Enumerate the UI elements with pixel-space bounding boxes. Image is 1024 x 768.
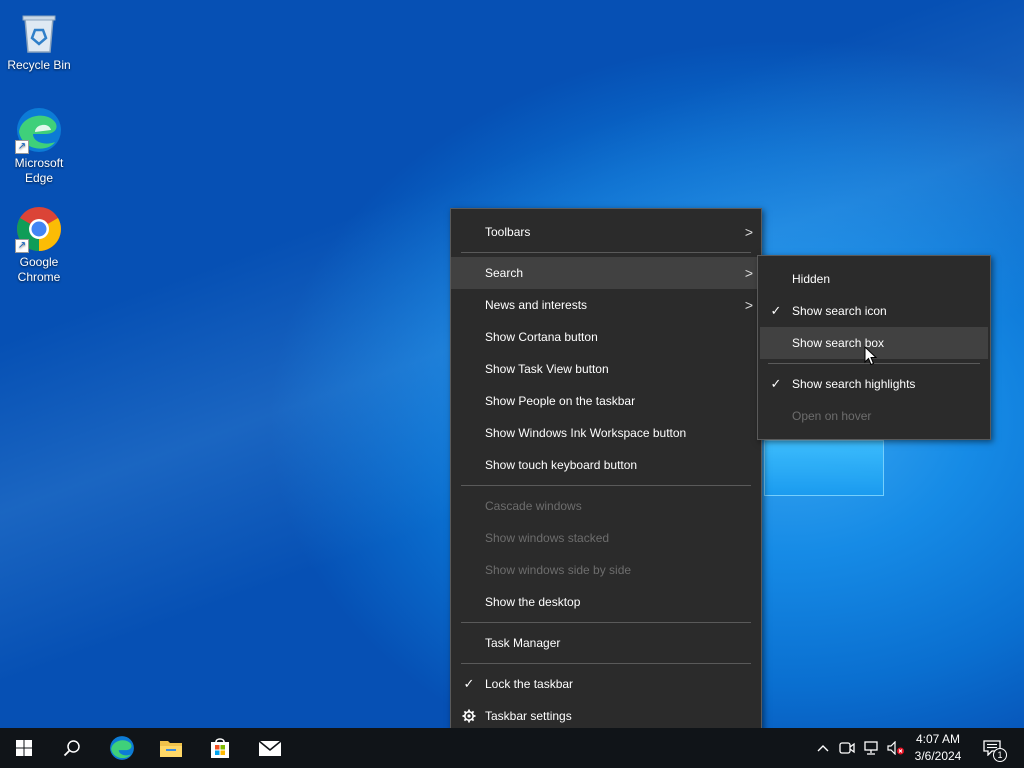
chevron-right-icon: > <box>744 297 753 313</box>
submenu-item-show-search-box[interactable]: Show search box <box>760 327 988 359</box>
taskbar-edge-button[interactable] <box>98 728 146 768</box>
taskbar-mail-button[interactable] <box>246 728 294 768</box>
shortcut-arrow-icon: ↗ <box>15 239 29 253</box>
desktop-icon-label: Google Chrome <box>17 255 61 284</box>
chevron-right-icon: > <box>744 265 753 281</box>
menu-item-news-and-interests[interactable]: News and interests > <box>451 289 761 321</box>
desktop-icon-recycle-bin[interactable]: Recycle Bin <box>1 8 77 73</box>
checkmark-icon: ✓ <box>463 676 475 691</box>
desktop-icon-label: Microsoft Edge <box>14 156 64 185</box>
notification-count-badge: 1 <box>993 748 1007 762</box>
start-icon <box>16 740 32 756</box>
meet-now-icon[interactable] <box>838 728 856 768</box>
submenu-item-show-search-icon[interactable]: ✓ Show search icon <box>758 295 990 327</box>
search-icon <box>63 740 80 757</box>
menu-item-show-the-desktop[interactable]: Show the desktop <box>451 586 761 618</box>
submenu-item-show-search-highlights[interactable]: ✓ Show search highlights <box>758 368 990 400</box>
menu-item-show-windows-side-by-side: Show windows side by side <box>485 563 632 577</box>
menu-item-show-touch-keyboard[interactable]: Show touch keyboard button <box>451 449 761 481</box>
shortcut-arrow-icon: ↗ <box>15 140 29 154</box>
menu-item-show-task-view-button[interactable]: Show Task View button <box>451 353 761 385</box>
checkmark-icon: ✓ <box>770 303 782 318</box>
menu-item-cascade-windows: Cascade windows <box>485 499 582 513</box>
menu-item-show-people[interactable]: Show People on the taskbar <box>451 385 761 417</box>
search-submenu: Hidden ✓ Show search icon Show search bo… <box>757 255 991 440</box>
store-icon <box>211 738 229 758</box>
menu-separator <box>461 485 751 486</box>
menu-separator <box>461 252 751 253</box>
menu-separator <box>461 663 751 664</box>
menu-item-show-cortana-button[interactable]: Show Cortana button <box>451 321 761 353</box>
submenu-item-hidden[interactable]: Hidden <box>758 263 990 295</box>
menu-item-lock-the-taskbar[interactable]: ✓ Lock the taskbar <box>451 668 761 700</box>
clock-time: 4:07 AM <box>915 732 961 746</box>
menu-item-show-windows-stacked: Show windows stacked <box>485 531 610 545</box>
network-icon[interactable] <box>862 728 880 768</box>
taskbar-context-menu: Toolbars > Search > News and interests >… <box>450 208 762 740</box>
clock-date: 3/6/2024 <box>914 749 962 763</box>
menu-item-search[interactable]: Search > <box>451 257 761 289</box>
taskbar: 4:07 AM 3/6/2024 1 <box>0 728 1024 768</box>
notification-icon[interactable]: 1 <box>980 728 1007 768</box>
wallpaper-window-pane <box>764 440 884 496</box>
search-button[interactable] <box>48 728 96 768</box>
taskbar-clock[interactable]: 4:07 AM 3/6/2024 <box>906 731 970 765</box>
menu-item-show-ink-workspace[interactable]: Show Windows Ink Workspace button <box>451 417 761 449</box>
submenu-item-open-on-hover: Open on hover <box>792 409 872 423</box>
volume-muted-icon[interactable] <box>886 728 906 768</box>
menu-separator <box>768 363 980 364</box>
start-button[interactable] <box>0 728 48 768</box>
edge-icon: ↗ <box>15 106 63 154</box>
desktop-icon-google-chrome[interactable]: ↗ Google Chrome <box>1 205 77 285</box>
menu-separator <box>461 622 751 623</box>
chrome-icon: ↗ <box>15 205 63 253</box>
menu-item-task-manager[interactable]: Task Manager <box>451 627 761 659</box>
file-explorer-icon <box>160 741 182 757</box>
desktop-icon-microsoft-edge[interactable]: ↗ Microsoft Edge <box>1 106 77 186</box>
edge-icon <box>110 736 134 760</box>
recycle-bin-icon <box>15 8 63 56</box>
checkmark-icon: ✓ <box>770 376 782 391</box>
chevron-right-icon: > <box>744 224 753 240</box>
desktop-icon-label: Recycle Bin <box>7 58 71 72</box>
menu-item-toolbars[interactable]: Toolbars > <box>451 216 761 248</box>
chevron-up-icon[interactable] <box>814 728 832 768</box>
taskbar-store-button[interactable] <box>196 728 244 768</box>
taskbar-file-explorer-button[interactable] <box>147 728 195 768</box>
mail-icon <box>258 740 282 756</box>
